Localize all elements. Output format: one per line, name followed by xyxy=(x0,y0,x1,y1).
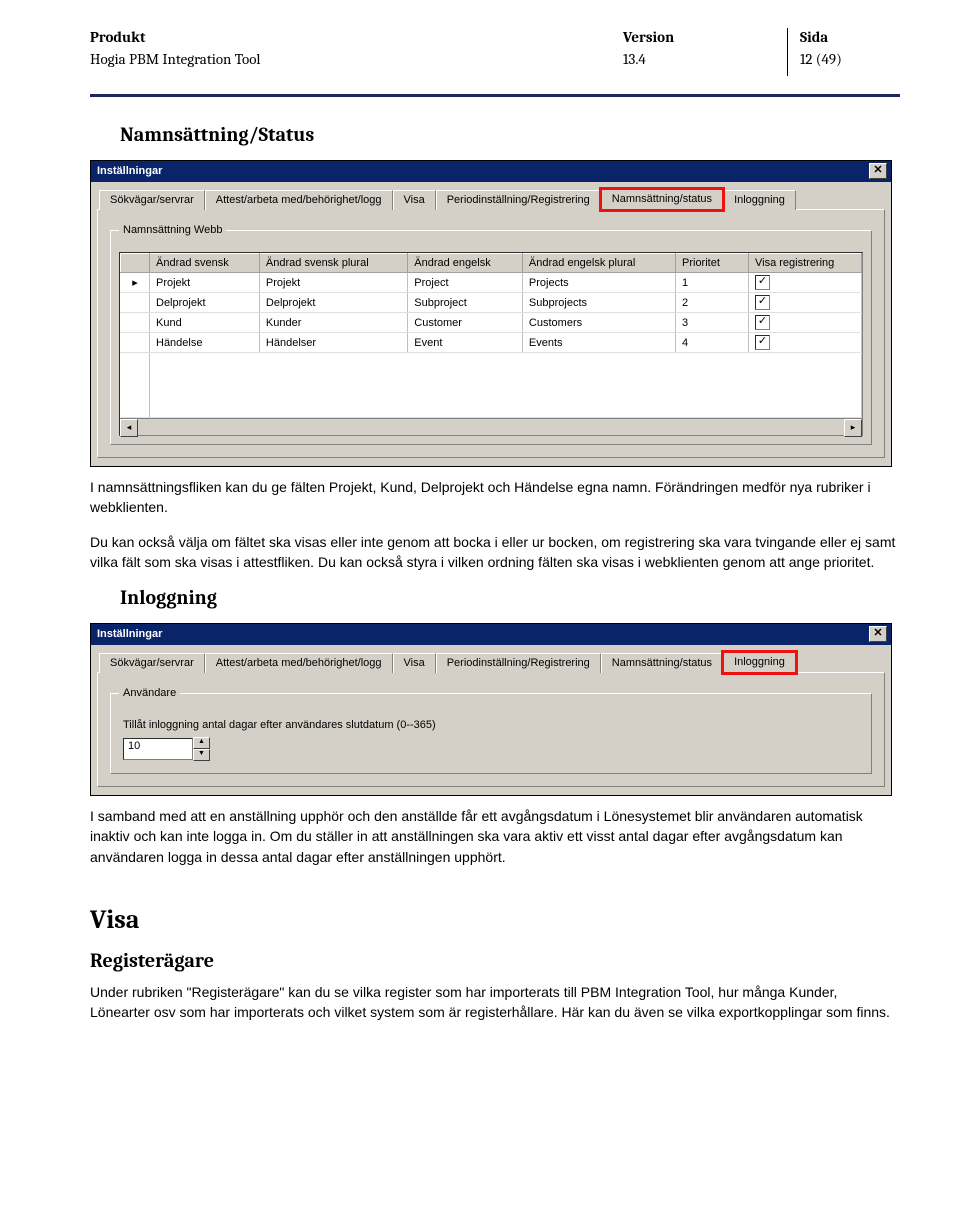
hdr-sida-value: 12 (49) xyxy=(800,50,900,68)
checkbox-checked-icon[interactable]: ✓ xyxy=(755,335,770,350)
window-title: Inställningar xyxy=(97,165,162,177)
cell-en[interactable]: Project xyxy=(408,273,523,293)
cell-svp[interactable]: Delprojekt xyxy=(259,293,407,313)
cell-enp[interactable]: Projects xyxy=(522,273,675,293)
paragraph: Under rubriken "Registerägare" kan du se… xyxy=(90,982,900,1023)
table-row[interactable]: Delprojekt Delprojekt Subproject Subproj… xyxy=(121,293,862,313)
tab-attest[interactable]: Attest/arbeta med/behörighet/logg xyxy=(205,653,393,673)
group-namnsattning-webb: Namnsättning Webb Ändrad svensk Ändrad s… xyxy=(110,224,872,445)
cell-en[interactable]: Event xyxy=(408,333,523,353)
cell-enp[interactable]: Events xyxy=(522,333,675,353)
spin-up-icon[interactable]: ▲ xyxy=(193,737,210,749)
settings-window-namnsattning: Inställningar ✕ Sökvägar/servrar Attest/… xyxy=(90,160,892,467)
col-prioritet[interactable]: Prioritet xyxy=(676,254,749,273)
cell-prio[interactable]: 1 xyxy=(676,273,749,293)
cell-en[interactable]: Subproject xyxy=(408,293,523,313)
tab-periodinstallning[interactable]: Periodinställning/Registrering xyxy=(436,190,601,210)
heading-namnsattning-status: Namnsättning/Status xyxy=(120,123,900,146)
tab-periodinstallning[interactable]: Periodinställning/Registrering xyxy=(436,653,601,673)
cell-sv[interactable]: Händelse xyxy=(150,333,260,353)
tabstrip: Sökvägar/servrar Attest/arbeta med/behör… xyxy=(91,645,891,672)
tab-sokvagar[interactable]: Sökvägar/servrar xyxy=(99,653,205,673)
col-andrad-svensk[interactable]: Ändrad svensk xyxy=(150,254,260,273)
cell-prio[interactable]: 2 xyxy=(676,293,749,313)
tab-attest[interactable]: Attest/arbeta med/behörighet/logg xyxy=(205,190,393,210)
table-row[interactable]: Kund Kunder Customer Customers 3 ✓ xyxy=(121,313,862,333)
cell-prio[interactable]: 4 xyxy=(676,333,749,353)
table-row[interactable]: ▸ Projekt Projekt Project Projects 1 ✓ xyxy=(121,273,862,293)
paragraph: I namnsättningsfliken kan du ge fälten P… xyxy=(90,477,900,518)
checkbox-checked-icon[interactable]: ✓ xyxy=(755,295,770,310)
heading-registeragare: Registerägare xyxy=(90,949,900,972)
close-icon[interactable]: ✕ xyxy=(869,626,887,642)
paragraph: Du kan också välja om fältet ska visas e… xyxy=(90,532,900,573)
heading-visa: Visa xyxy=(90,905,900,935)
settings-window-inloggning: Inställningar ✕ Sökvägar/servrar Attest/… xyxy=(90,623,892,796)
cell-sv[interactable]: Projekt xyxy=(150,273,260,293)
cell-enp[interactable]: Customers xyxy=(522,313,675,333)
header-divider xyxy=(787,28,788,76)
heading-inloggning: Inloggning xyxy=(120,586,900,609)
checkbox-checked-icon[interactable]: ✓ xyxy=(755,275,770,290)
window-titlebar: Inställningar ✕ xyxy=(91,624,891,645)
tab-inloggning[interactable]: Inloggning xyxy=(723,190,796,210)
group-legend: Namnsättning Webb xyxy=(119,224,226,236)
tab-inloggning[interactable]: Inloggning xyxy=(723,652,796,673)
tab-visa[interactable]: Visa xyxy=(393,190,436,210)
table-row[interactable]: Händelse Händelser Event Events 4 ✓ xyxy=(121,333,862,353)
days-after-enddate-stepper[interactable]: 10 ▲ ▼ xyxy=(123,737,210,761)
checkbox-checked-icon[interactable]: ✓ xyxy=(755,315,770,330)
col-andrad-engelsk[interactable]: Ändrad engelsk xyxy=(408,254,523,273)
window-titlebar: Inställningar ✕ xyxy=(91,161,891,182)
cell-en[interactable]: Customer xyxy=(408,313,523,333)
close-icon[interactable]: ✕ xyxy=(869,163,887,179)
horizontal-scrollbar[interactable]: ◂ ▸ xyxy=(120,418,862,435)
table-header-row: Ändrad svensk Ändrad svensk plural Ändra… xyxy=(121,254,862,273)
hdr-sida-label: Sida xyxy=(800,28,900,46)
cell-sv[interactable]: Kund xyxy=(150,313,260,333)
tabstrip: Sökvägar/servrar Attest/arbeta med/behör… xyxy=(91,182,891,209)
tab-namnsattning-status[interactable]: Namnsättning/status xyxy=(601,653,723,673)
cell-svp[interactable]: Projekt xyxy=(259,273,407,293)
days-after-enddate-label: Tillåt inloggning antal dagar efter anvä… xyxy=(123,719,859,731)
cell-enp[interactable]: Subprojects xyxy=(522,293,675,313)
days-after-enddate-input[interactable]: 10 xyxy=(123,738,193,760)
cell-sv[interactable]: Delprojekt xyxy=(150,293,260,313)
row-indicator-icon: ▸ xyxy=(121,273,150,293)
group-legend: Användare xyxy=(119,687,180,699)
col-andrad-svensk-plural[interactable]: Ändrad svensk plural xyxy=(259,254,407,273)
cell-svp[interactable]: Händelser xyxy=(259,333,407,353)
cell-svp[interactable]: Kunder xyxy=(259,313,407,333)
naming-grid[interactable]: Ändrad svensk Ändrad svensk plural Ändra… xyxy=(119,252,863,436)
cell-reg[interactable]: ✓ xyxy=(749,273,862,293)
page-header: Produkt Hogia PBM Integration Tool Versi… xyxy=(90,28,900,76)
scroll-left-icon[interactable]: ◂ xyxy=(120,419,138,437)
tab-visa[interactable]: Visa xyxy=(393,653,436,673)
tab-sokvagar[interactable]: Sökvägar/servrar xyxy=(99,190,205,210)
cell-reg[interactable]: ✓ xyxy=(749,333,862,353)
scroll-right-icon[interactable]: ▸ xyxy=(844,419,862,437)
cell-reg[interactable]: ✓ xyxy=(749,313,862,333)
hdr-version-label: Version xyxy=(623,28,783,46)
cell-reg[interactable]: ✓ xyxy=(749,293,862,313)
tab-namnsattning-status[interactable]: Namnsättning/status xyxy=(601,189,723,210)
cell-prio[interactable]: 3 xyxy=(676,313,749,333)
group-anvandare: Användare Tillåt inloggning antal dagar … xyxy=(110,687,872,774)
paragraph: I samband med att en anställning upphör … xyxy=(90,806,900,867)
spin-down-icon[interactable]: ▼ xyxy=(193,749,210,761)
col-visa-registrering[interactable]: Visa registrering xyxy=(749,254,862,273)
hdr-version-value: 13.4 xyxy=(623,50,783,68)
hdr-produkt-value: Hogia PBM Integration Tool xyxy=(90,50,623,68)
col-andrad-engelsk-plural[interactable]: Ändrad engelsk plural xyxy=(522,254,675,273)
hdr-produkt-label: Produkt xyxy=(90,28,623,46)
window-title: Inställningar xyxy=(97,628,162,640)
header-rule xyxy=(90,94,900,97)
